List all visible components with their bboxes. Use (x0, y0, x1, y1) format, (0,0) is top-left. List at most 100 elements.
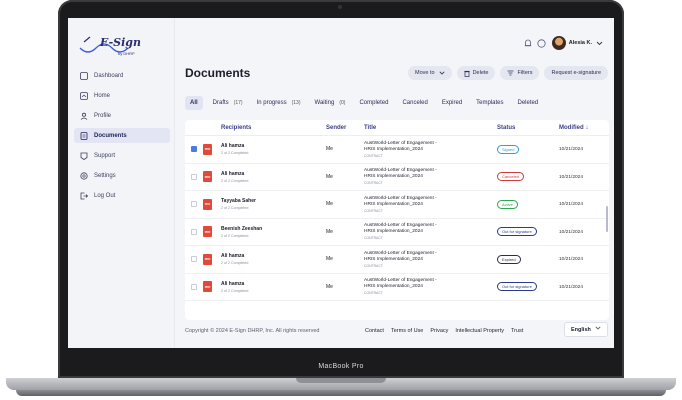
tab-completed[interactable]: Completed (359, 96, 388, 110)
tab-count: (13) (291, 100, 301, 106)
table-row[interactable]: PDF Tayyaba Saher 2 of 2 Completed Me AustWo… (185, 191, 609, 219)
sidebar-item-label: Dashboard (94, 72, 124, 79)
modified-date: 10/21/2024 (559, 229, 584, 235)
sidebar-item-dashboard[interactable]: Dashboard (74, 68, 170, 83)
sidebar-item-label: Profile (94, 112, 112, 119)
modified-cell: 10/21/2024 (559, 201, 609, 207)
pdf-cell: PDF (203, 253, 221, 265)
device-label: MacBook Pro (318, 363, 364, 370)
title-cell[interactable]: AustWorld-Letter of Engagement - HRIS Imp… (364, 141, 497, 158)
row-checkbox-cell (185, 201, 203, 208)
chevron-down-icon[interactable] (595, 39, 604, 48)
table-scrollbar[interactable] (606, 206, 608, 232)
column-header-recipients[interactable]: Recipients (221, 125, 326, 131)
delete-label: Delete (472, 70, 489, 76)
row-checkbox[interactable] (191, 283, 197, 290)
sidebar-item-logout[interactable]: Log Out (74, 188, 170, 203)
tab-drafts[interactable]: Drafts (17) (213, 96, 243, 110)
laptop-frame: E-Sign by DHRP Dashboard Home Profile Do… (0, 0, 682, 400)
table-row[interactable]: PDF Ali hamza 2 of 2 Completed Me AustWorld-… (185, 164, 609, 191)
recipient-progress: 2 of 2 Completed (221, 151, 249, 156)
title-cell[interactable]: AustWorld-Letter of Engagement - HRIS Imp… (364, 168, 497, 185)
modified-date: 10/21/2024 (559, 147, 584, 153)
profile-icon (79, 111, 88, 120)
recipient-progress: 2 of 2 Completed (221, 206, 249, 211)
modified-cell: 10/21/2024 (559, 284, 609, 290)
sidebar-item-profile[interactable]: Profile (74, 108, 170, 123)
table-row[interactable]: PDF Ali hamza 2 of 2 Completed Me AustWorld-… (185, 246, 609, 274)
row-checkbox[interactable] (191, 146, 197, 153)
recipient-progress: 2 of 2 Completed (221, 261, 249, 266)
table-row[interactable]: PDF Beenish Zeeshan 2 of 2 Completed Me Aust… (185, 219, 609, 246)
tab-deleted[interactable]: Deleted (518, 96, 539, 110)
status-badge: Active (497, 199, 518, 209)
status-badge: Out for signature (497, 282, 537, 292)
sidebar-item-settings[interactable]: Settings (74, 168, 170, 183)
sender-cell: Me (326, 256, 333, 263)
title-cell[interactable]: AustWorld-Letter of Engagement - HRIS Imp… (364, 251, 497, 268)
delete-button[interactable]: Delete (456, 66, 496, 80)
recipient-cell: Ali hamza 2 of 2 Completed (221, 281, 326, 293)
sender-cell: Me (326, 228, 333, 235)
status-cell: Active (497, 199, 559, 209)
bell-icon[interactable] (524, 39, 533, 48)
trash-icon (463, 70, 470, 77)
user-name[interactable]: Alesia K. (569, 40, 592, 46)
status-badge: Out for signature (497, 227, 537, 237)
footer-link-ip[interactable]: Intellectual Property (455, 328, 504, 334)
column-header-title[interactable]: Title (364, 125, 497, 131)
tab-in-progress[interactable]: In progress (13) (257, 96, 301, 110)
status-cell: Out for signature (497, 282, 559, 292)
laptop-foot (16, 390, 666, 396)
filters-button[interactable]: Filters (500, 66, 540, 80)
toolbar: Move to Delete Filters Request e-signatu… (403, 66, 608, 80)
app-screen: E-Sign by DHRP Dashboard Home Profile Do… (68, 18, 614, 348)
tab-expired[interactable]: Expired (442, 96, 462, 110)
avatar[interactable] (551, 36, 566, 50)
title-cell[interactable]: AustWorld-Letter of Engagement - HRIS Imp… (364, 196, 497, 213)
recipient-name: Tayyaba Saher (221, 198, 256, 205)
sender-cell: Me (326, 146, 333, 153)
footer-link-contact[interactable]: Contact (365, 328, 384, 334)
table-row[interactable]: PDF Ali hamza 2 of 2 Completed Me AustWorld-… (185, 136, 609, 164)
row-checkbox[interactable] (191, 201, 197, 208)
sidebar-item-home[interactable]: Home (74, 88, 170, 103)
footer-links: Contact Terms of Use Privacy Intellectua… (365, 328, 530, 334)
request-esignature-button[interactable]: Request e-signature (544, 66, 608, 80)
language-select[interactable]: English (564, 322, 608, 337)
logo[interactable]: E-Sign by DHRP (78, 34, 148, 60)
document-title-line2: HRIS Implementation_2024 (364, 284, 423, 290)
row-checkbox[interactable] (191, 173, 197, 180)
row-checkbox-cell (185, 146, 203, 153)
footer-link-privacy[interactable]: Privacy (430, 328, 448, 334)
tab-all[interactable]: All (185, 96, 203, 110)
table-body: PDF Ali hamza 2 of 2 Completed Me AustWorld-… (185, 136, 609, 301)
move-to-button[interactable]: Move to (408, 66, 452, 80)
row-checkbox[interactable] (191, 256, 197, 263)
table-row[interactable]: PDF Ali hamza 2 of 2 Completed Me AustWorld-… (185, 274, 609, 301)
document-title-line2: HRIS Implementation_2024 (364, 229, 423, 235)
title-cell[interactable]: AustWorld-Letter of Engagement - HRIS Imp… (364, 278, 497, 295)
column-header-modified[interactable]: Modified ↓ (559, 125, 609, 131)
sidebar-item-support[interactable]: Support (74, 148, 170, 163)
help-icon[interactable] (537, 38, 546, 48)
column-header-status[interactable]: Status (497, 125, 559, 131)
sidebar-item-documents[interactable]: Documents (74, 128, 170, 143)
title-cell[interactable]: AustWorld-Letter of Engagement - HRIS Imp… (364, 223, 497, 240)
home-icon (79, 91, 88, 100)
footer-link-terms[interactable]: Terms of Use (391, 328, 423, 334)
footer-link-trust[interactable]: Trust (511, 328, 523, 334)
column-header-sender[interactable]: Sender (326, 125, 364, 131)
recipient-cell: Ali hamza 2 of 2 Completed (221, 143, 326, 155)
status-badge: Expired (497, 254, 521, 264)
pdf-cell: PDF (203, 281, 221, 293)
tab-templates[interactable]: Templates (476, 96, 503, 110)
sidebar-item-label: Support (94, 152, 116, 159)
row-checkbox[interactable] (191, 228, 197, 235)
request-esignature-label: Request e-signature (551, 70, 601, 76)
sidebar-item-label: Documents (94, 132, 127, 139)
tab-waiting[interactable]: Waiting (0) (315, 96, 346, 110)
document-type: CONTRACT (364, 291, 383, 296)
move-to-label: Move to (415, 70, 435, 76)
tab-canceled[interactable]: Canceled (402, 96, 427, 110)
